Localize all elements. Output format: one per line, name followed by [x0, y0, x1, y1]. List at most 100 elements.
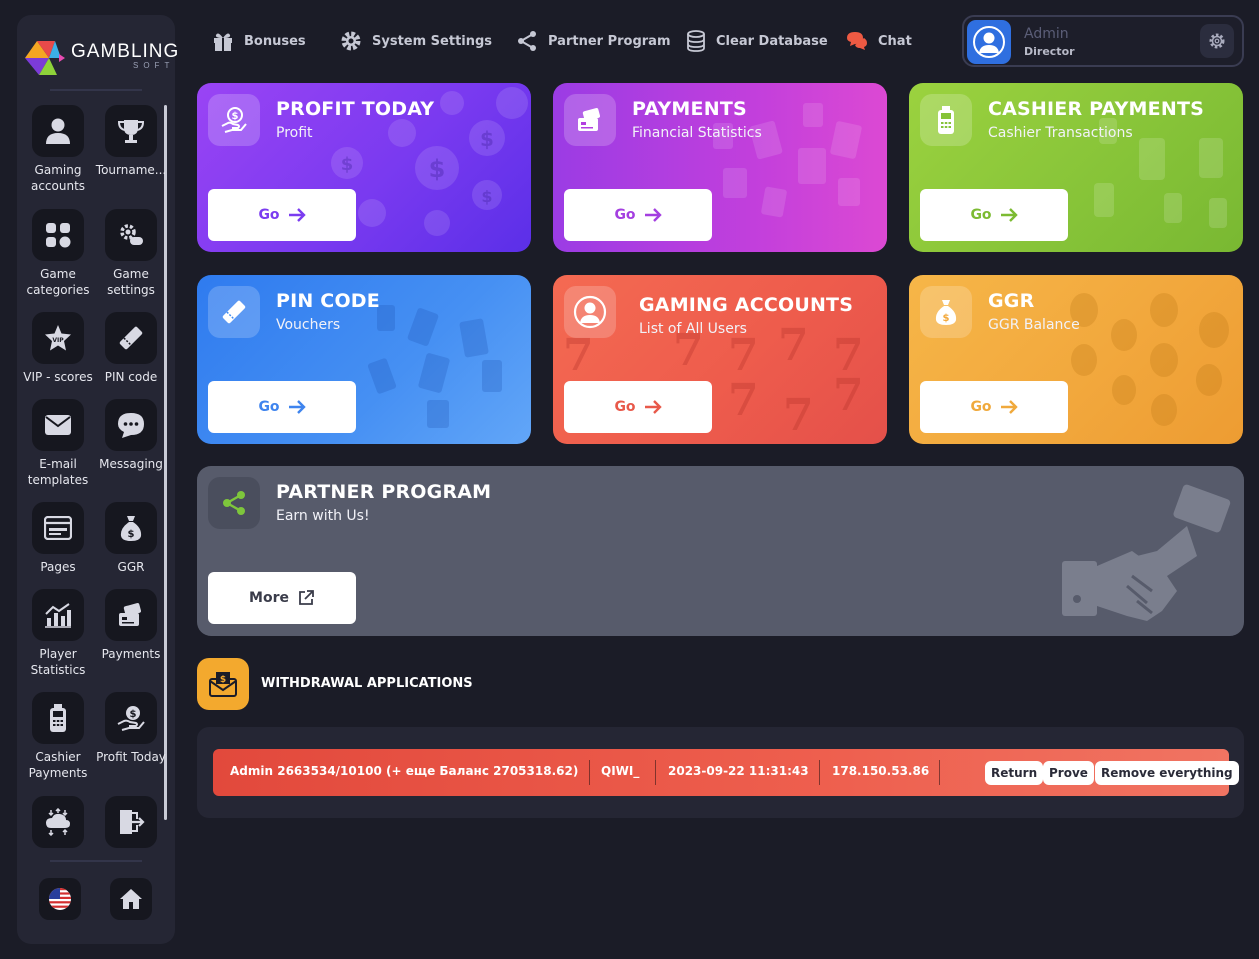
svg-text:$: $: [220, 675, 226, 685]
card-title: PARTNER PROGRAM: [276, 481, 492, 503]
card-icon: [564, 94, 616, 146]
envelope-icon: [45, 415, 71, 435]
column-separator: [589, 760, 590, 785]
go-button[interactable]: Go: [564, 381, 712, 433]
nav-system-settings-label: System Settings: [372, 33, 493, 49]
sidebar-item-cloud-transfer[interactable]: [20, 796, 96, 848]
language-button[interactable]: [39, 878, 81, 920]
bar-chart-icon: [45, 603, 71, 628]
svg-text:7: 7: [778, 320, 809, 371]
svg-text:7: 7: [728, 375, 759, 426]
arrow-right-icon: [288, 208, 306, 222]
svg-text:$: $: [130, 709, 137, 720]
go-button[interactable]: Go: [208, 381, 356, 433]
hand-coin-icon: $: [117, 706, 145, 731]
sidebar-item-label: Cashier Payments: [28, 750, 88, 780]
withdrawal-method: QIWI_: [601, 764, 640, 778]
nav-chat[interactable]: Chat: [846, 30, 912, 52]
card-subtitle: GGR Balance: [988, 317, 1080, 333]
sidebar-item-gaming-accounts[interactable]: Gaming accounts: [20, 105, 96, 194]
avatar[interactable]: [967, 20, 1011, 64]
user-icon: [46, 118, 70, 144]
withdrawal-ip: 178.150.53.86: [832, 764, 930, 778]
sidebar-item-ggr[interactable]: $ GGR: [93, 502, 169, 575]
go-button[interactable]: Go: [920, 189, 1068, 241]
nav-partner-program[interactable]: Partner Program: [516, 30, 671, 52]
sidebar-item-label: Gaming accounts: [30, 163, 86, 193]
sidebar-item-game-categories[interactable]: Game categories: [20, 209, 96, 298]
go-button[interactable]: Go: [208, 189, 356, 241]
go-button-label: Go: [970, 207, 992, 223]
go-button-label: Go: [258, 207, 280, 223]
trophy-icon: [117, 120, 145, 143]
home-button[interactable]: [110, 878, 152, 920]
column-separator: [819, 760, 820, 785]
nav-clear-database[interactable]: Clear Database: [686, 30, 828, 52]
svg-text:7: 7: [833, 370, 864, 421]
card-title: PIN CODE: [276, 290, 380, 312]
withdrawal-panel: Admin 2663534/10100 (+ еще Баланс 270531…: [197, 727, 1244, 818]
user-name: Admin: [1024, 26, 1069, 42]
brand-sub: SOFT: [133, 61, 175, 70]
card-gaming-accounts: 77777777 GAMING ACCOUNTS List of All Use…: [553, 275, 887, 444]
sidebar-item-cashier-payments[interactable]: Cashier Payments: [20, 692, 96, 781]
vip-star-icon: VIP: [45, 325, 71, 351]
external-link-icon: [299, 590, 314, 605]
arrow-right-icon: [644, 208, 662, 222]
go-button-label: Go: [970, 399, 992, 415]
go-button-label: Go: [614, 399, 636, 415]
go-button[interactable]: Go: [920, 381, 1068, 433]
card-icon: [208, 477, 260, 529]
sidebar-item-pin-code[interactable]: PIN code: [93, 312, 169, 385]
sidebar-item-game-settings[interactable]: Game settings: [93, 209, 169, 298]
card-subtitle: Financial Statistics: [632, 125, 762, 141]
nav-bonuses[interactable]: Bonuses: [212, 30, 306, 52]
arrow-right-icon: [1000, 400, 1018, 414]
card-title: CASHIER PAYMENTS: [988, 98, 1204, 120]
column-separator: [939, 760, 940, 785]
sidebar-divider: [50, 860, 142, 862]
sidebar-item-logout[interactable]: [93, 796, 169, 848]
sidebar-item-messaging[interactable]: Messaging: [93, 399, 169, 472]
card-in-hand-icon: [578, 108, 600, 131]
svg-text:7: 7: [783, 390, 814, 441]
sidebar-item-vip-scores[interactable]: VIP VIP - scores: [20, 312, 96, 385]
more-button[interactable]: More: [208, 572, 356, 624]
card-icon: $: [920, 286, 972, 338]
card-subtitle: Earn with Us!: [276, 508, 370, 524]
gamepad-gear-icon: [120, 224, 143, 245]
sidebar-item-pages[interactable]: Pages: [20, 502, 96, 575]
logo[interactable]: GAMBLING SOFT: [25, 37, 178, 79]
sidebar-item-label: E-mail templates: [27, 457, 89, 487]
go-button[interactable]: Go: [564, 189, 712, 241]
sidebar-item-email-templates[interactable]: E-mail templates: [20, 399, 96, 488]
gift-icon: [214, 33, 232, 51]
withdrawal-user: Admin 2663534/10100 (+ еще Баланс 270531…: [230, 764, 579, 778]
svg-text:$: $: [943, 313, 950, 324]
user-avatar-icon: [973, 26, 1005, 58]
withdrawal-icon-box: $: [197, 658, 249, 710]
remove-everything-button[interactable]: Remove everything: [1095, 761, 1239, 785]
sidebar-item-tournaments[interactable]: Tourname...: [93, 105, 169, 178]
column-separator: [655, 760, 656, 785]
sidebar-item-label: Player Statistics: [30, 647, 86, 677]
handshake-icon: [1062, 484, 1231, 621]
money-envelope-icon: $: [209, 672, 237, 697]
sidebar-item-label: Game settings: [107, 267, 155, 297]
money-bag-icon: $: [935, 300, 957, 325]
card-subtitle: List of All Users: [639, 321, 747, 337]
prove-button[interactable]: Prove: [1043, 761, 1094, 785]
card-ggr: $ GGR GGR Balance Go: [909, 275, 1243, 444]
svg-text:$: $: [232, 111, 239, 122]
sidebar-item-profit-today[interactable]: $ Profit Today: [93, 692, 169, 765]
return-button[interactable]: Return: [985, 761, 1044, 785]
ticket-icon: [222, 300, 246, 324]
grid-icon: [46, 223, 71, 248]
sidebar-item-player-statistics[interactable]: Player Statistics: [20, 589, 96, 678]
sidebar-item-label: GGR: [117, 560, 145, 574]
sidebar-item-payments[interactable]: Payments: [93, 589, 169, 662]
card-title: PROFIT TODAY: [276, 98, 435, 120]
user-profile[interactable]: Admin Director: [962, 15, 1244, 67]
user-settings-button[interactable]: [1200, 24, 1234, 58]
nav-system-settings[interactable]: System Settings: [340, 30, 492, 52]
